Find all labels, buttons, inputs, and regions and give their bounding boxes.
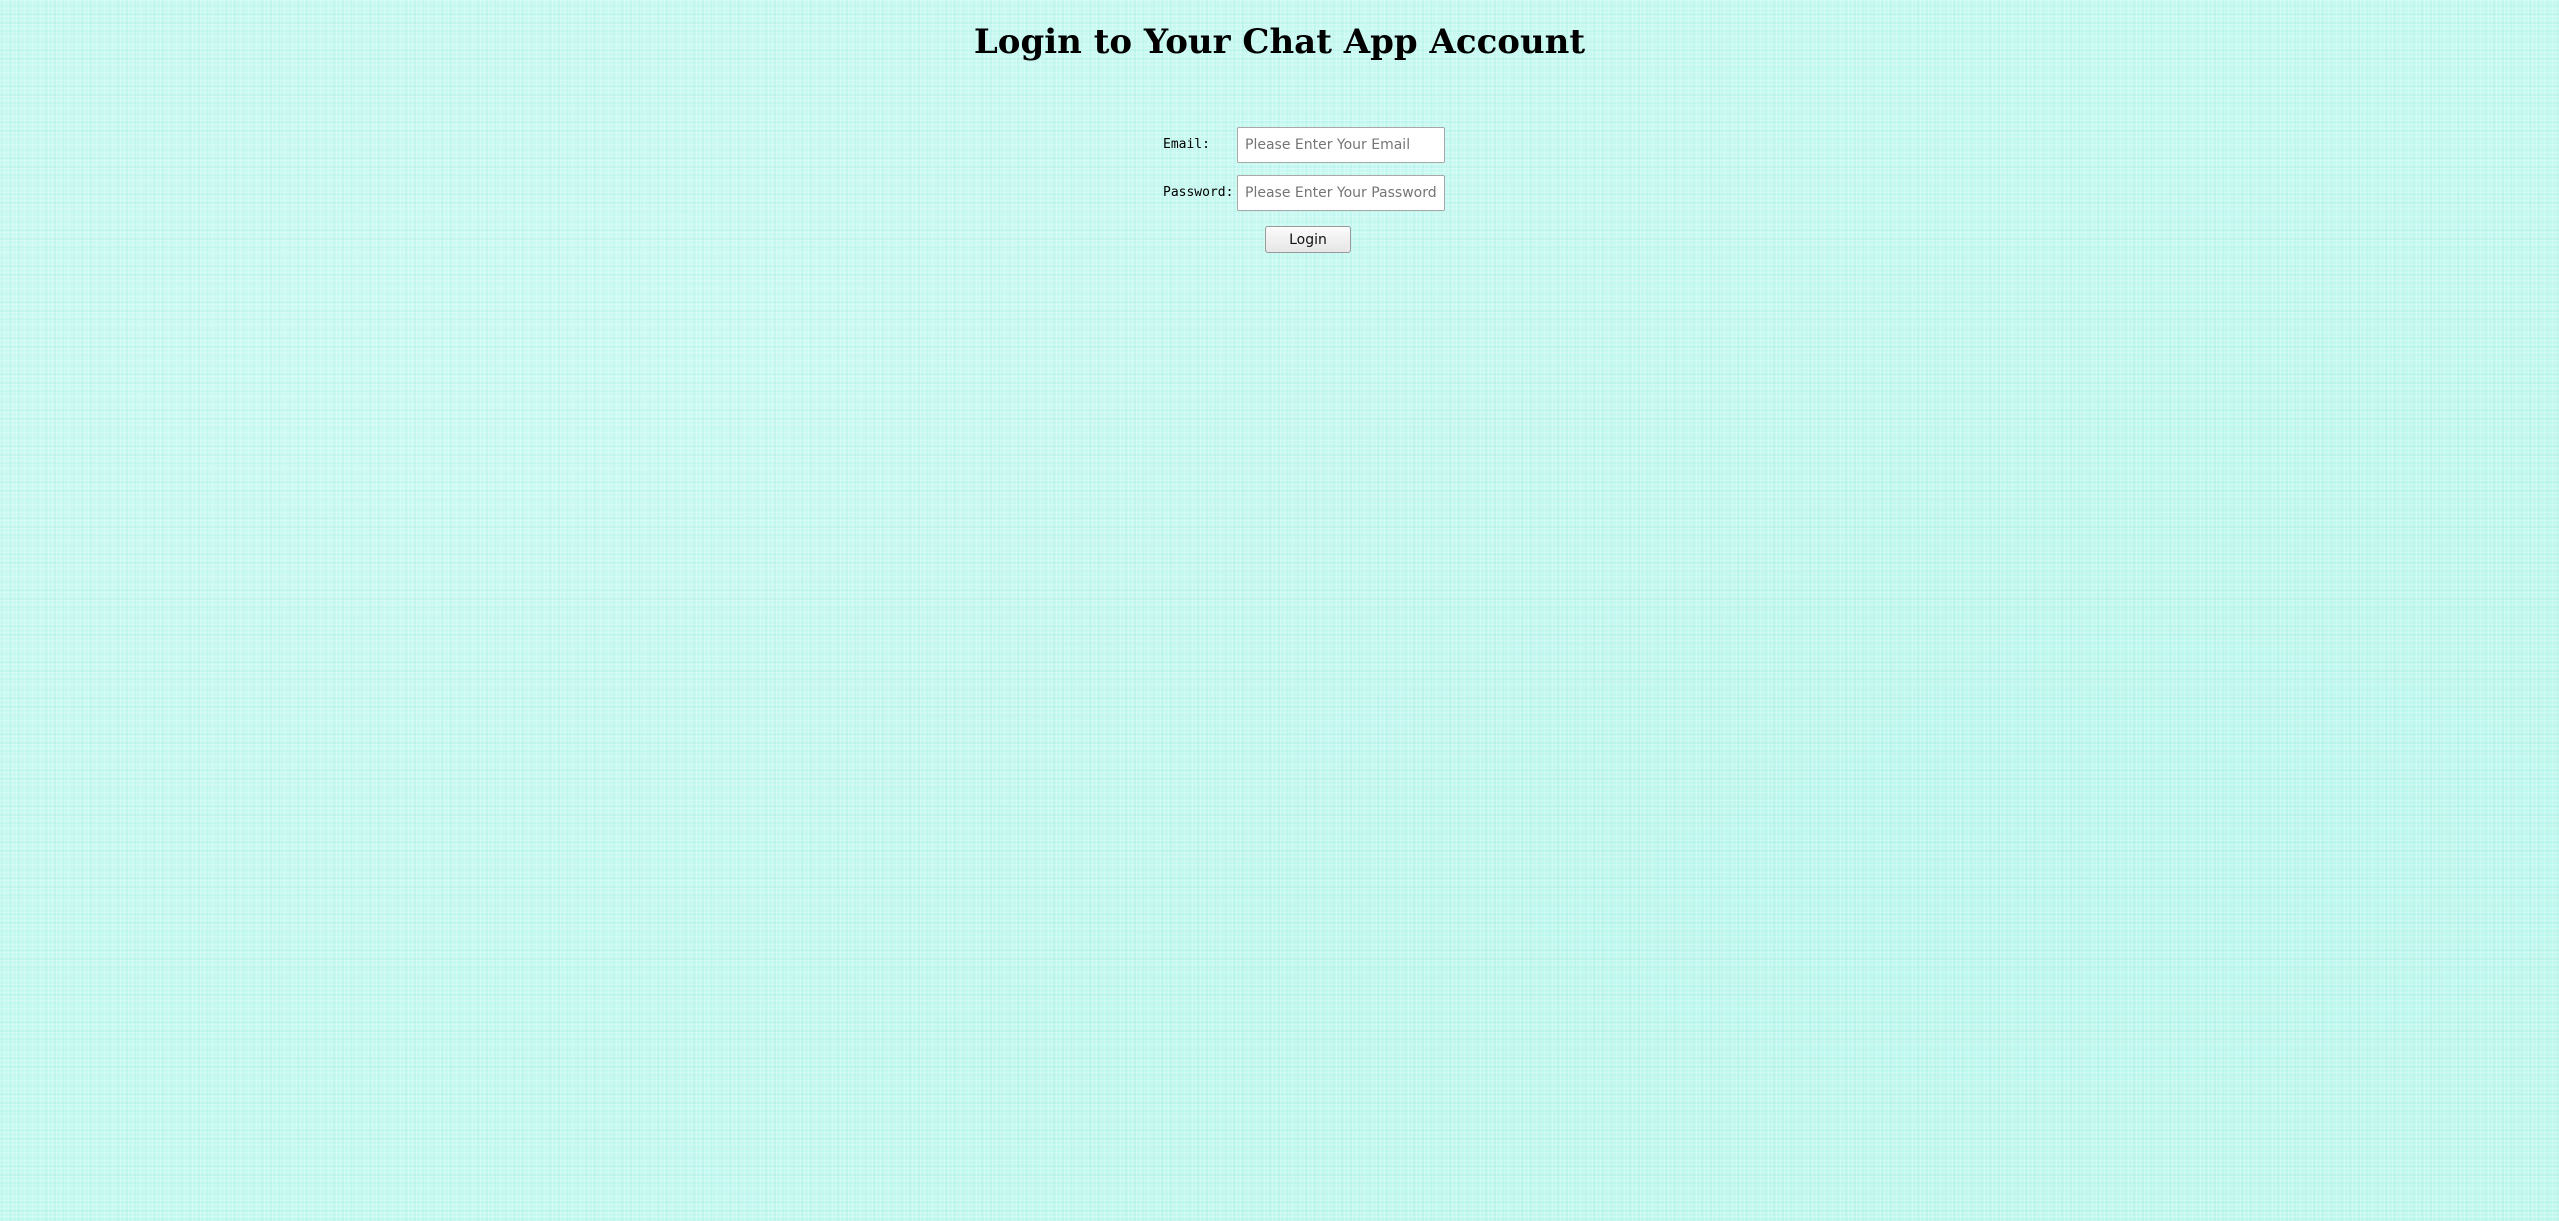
email-label: Email:: [1163, 137, 1210, 152]
email-row: Email:: [1163, 127, 1449, 163]
login-button[interactable]: Login: [1265, 226, 1351, 253]
email-field[interactable]: [1237, 127, 1445, 163]
password-field[interactable]: [1237, 175, 1445, 211]
page-title: Login to Your Chat App Account: [973, 22, 1586, 62]
password-row: Password:: [1163, 175, 1449, 211]
password-label: Password:: [1163, 185, 1234, 200]
